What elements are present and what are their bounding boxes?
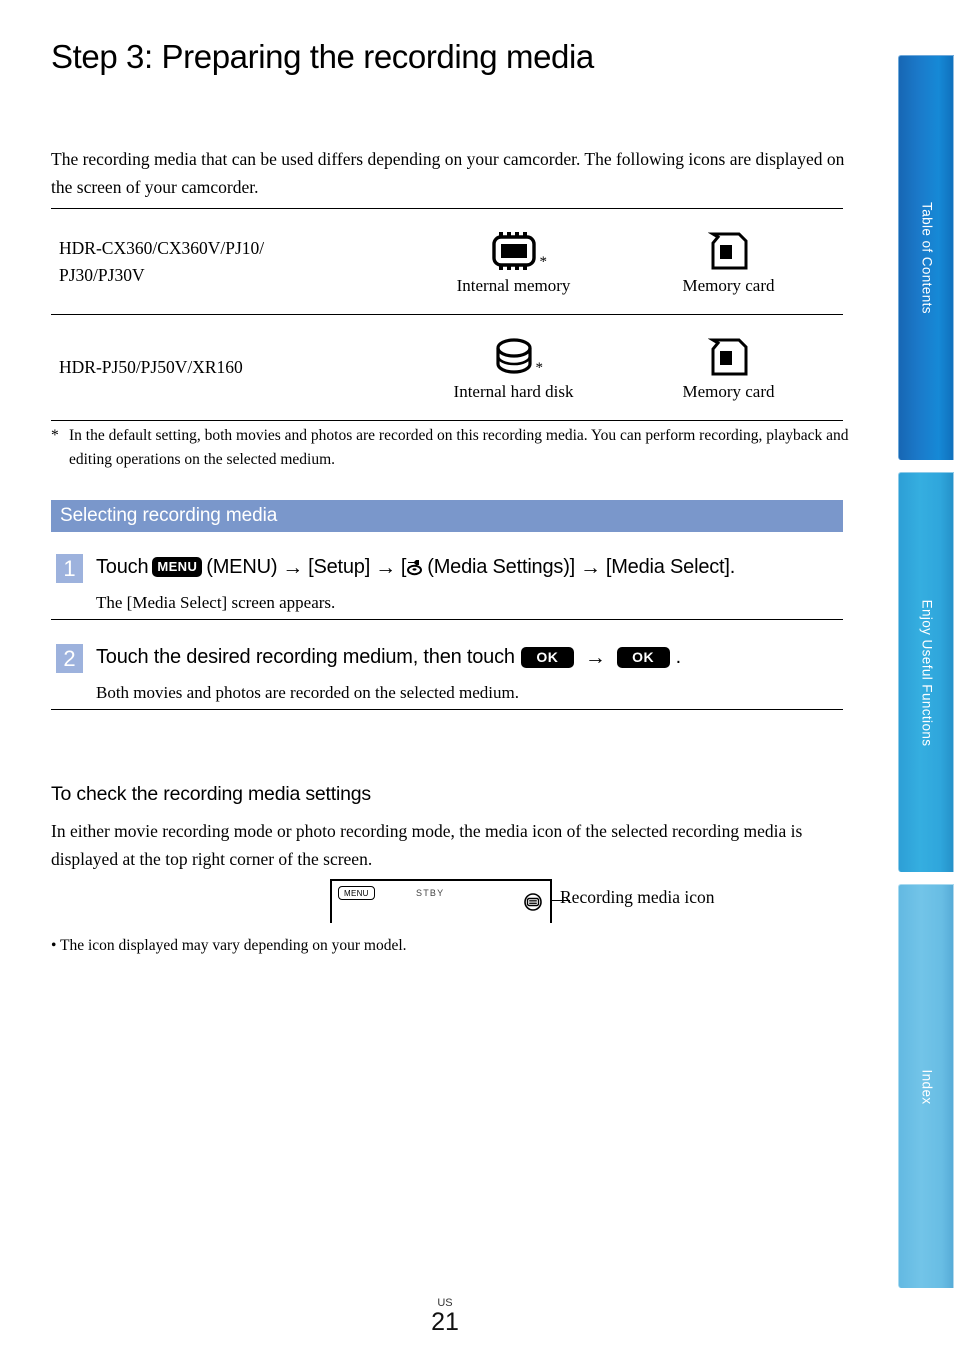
table-row: HDR-PJ50/PJ50V/XR160 * Internal hard dis… [51,315,843,420]
step-2: 2 Touch the desired recording medium, th… [51,636,843,726]
memory-card-icon [707,232,747,269]
media-cell-internal-memory: * Internal memory [406,228,621,296]
step-divider [51,619,843,620]
table-rule-bottom [51,420,843,421]
media-cell-internal-hard-disk: * Internal hard disk [406,334,621,402]
sidebar-tab-label: Index [919,1068,934,1105]
step-1-text-touch: Touch [96,556,149,578]
media-cell-memory-card: Memory card [621,334,836,402]
step-number-badge: 2 [56,644,83,673]
media-caption: Memory card [682,381,775,401]
footnote-text: In the default setting, both movies and … [69,427,849,468]
step-2-description: Both movies and photos are recorded on t… [96,683,519,702]
page-footer: US 21 [0,1297,890,1336]
step-2-period: . [675,646,682,668]
step-1: 1 Touch MENU (MENU) → [Setup] → [ (Media… [51,546,843,636]
steps-list: 1 Touch MENU (MENU) → [Setup] → [ (Media… [51,546,843,726]
asterisk-mark: * [535,359,544,376]
arrow-icon: → [282,555,304,579]
step-1-text-menu: (MENU) [206,556,278,578]
screen-status-label: STBY [416,888,445,898]
model-list: HDR-PJ50/PJ50V/XR160 [59,357,243,377]
intro-paragraph: The recording media that can be used dif… [51,149,845,197]
icon-wrap: * [406,334,621,380]
bullet-note: • The icon displayed may vary depending … [51,937,407,954]
document-page: Step 3: Preparing the recording media Th… [0,0,890,1357]
callout-label: Recording media icon [560,887,715,907]
step-divider [51,709,843,710]
step-1-description: The [Media Select] screen appears. [96,593,336,612]
arrow-icon: → [580,555,601,579]
media-caption: Internal hard disk [453,381,574,401]
icon-wrap: * [406,228,621,274]
arrow-icon: → [375,555,396,579]
sidebar-tab-index[interactable]: Index [898,884,954,1288]
step-2-instruction: Touch the desired recording medium, then… [96,642,843,672]
ok-button-badge-2[interactable]: OK [616,646,670,668]
table-row: HDR-CX360/CX360V/PJ10/PJ30/PJ30V * Inter… [51,209,843,314]
footer-page-number: 21 [431,1308,459,1336]
media-table: HDR-CX360/CX360V/PJ10/PJ30/PJ30V * Inter… [51,208,843,421]
step-number-badge: 1 [56,554,83,583]
sidebar-tab-label: Enjoy Useful Functions [919,599,934,746]
sidebar-tab-label: Table of Contents [919,202,934,314]
step-1-text-media-settings: (Media Settings)] [427,556,576,578]
camcorder-screen-illustration: MENU STBY [330,879,552,923]
check-settings-heading: To check the recording media settings [51,783,371,805]
side-tab-rail: Table of Contents Enjoy Useful Functions… [890,0,954,1357]
footnote-mark: * [51,427,59,444]
memory-card-icon [707,338,747,375]
model-list: HDR-CX360/CX360V/PJ10/PJ30/PJ30V [59,237,265,285]
arrow-icon: → [584,645,606,669]
recording-media-icon [524,893,542,911]
sidebar-tab-enjoy-useful-functions[interactable]: Enjoy Useful Functions [898,472,954,872]
step-1-text-media-select: [Media Select]. [605,556,736,578]
step-2-text-lead: Touch the desired recording medium, then… [96,646,515,668]
media-settings-icon [407,559,423,575]
check-settings-body: In either movie recording mode or photo … [51,821,803,869]
icon-wrap [621,334,836,380]
media-cell-memory-card: Memory card [621,228,836,296]
step-1-instruction: Touch MENU (MENU) → [Setup] → [ (Media S… [96,552,843,582]
media-caption: Memory card [682,275,775,295]
section-banner: Selecting recording media [51,500,843,532]
internal-memory-chip-icon [491,231,536,270]
step-1-text-setup: [Setup] [308,556,371,578]
page-title: Step 3: Preparing the recording media [51,38,594,75]
menu-button-badge[interactable]: MENU [152,557,203,577]
media-caption: Internal memory [456,275,571,295]
footnote: * In the default setting, both movies an… [51,424,851,472]
ok-button-badge-1[interactable]: OK [520,646,574,668]
sidebar-tab-table-of-contents[interactable]: Table of Contents [898,55,954,460]
asterisk-mark: * [539,253,548,270]
internal-hard-disk-icon [495,337,532,374]
icon-wrap [621,228,836,274]
screen-menu-button[interactable]: MENU [338,886,375,900]
